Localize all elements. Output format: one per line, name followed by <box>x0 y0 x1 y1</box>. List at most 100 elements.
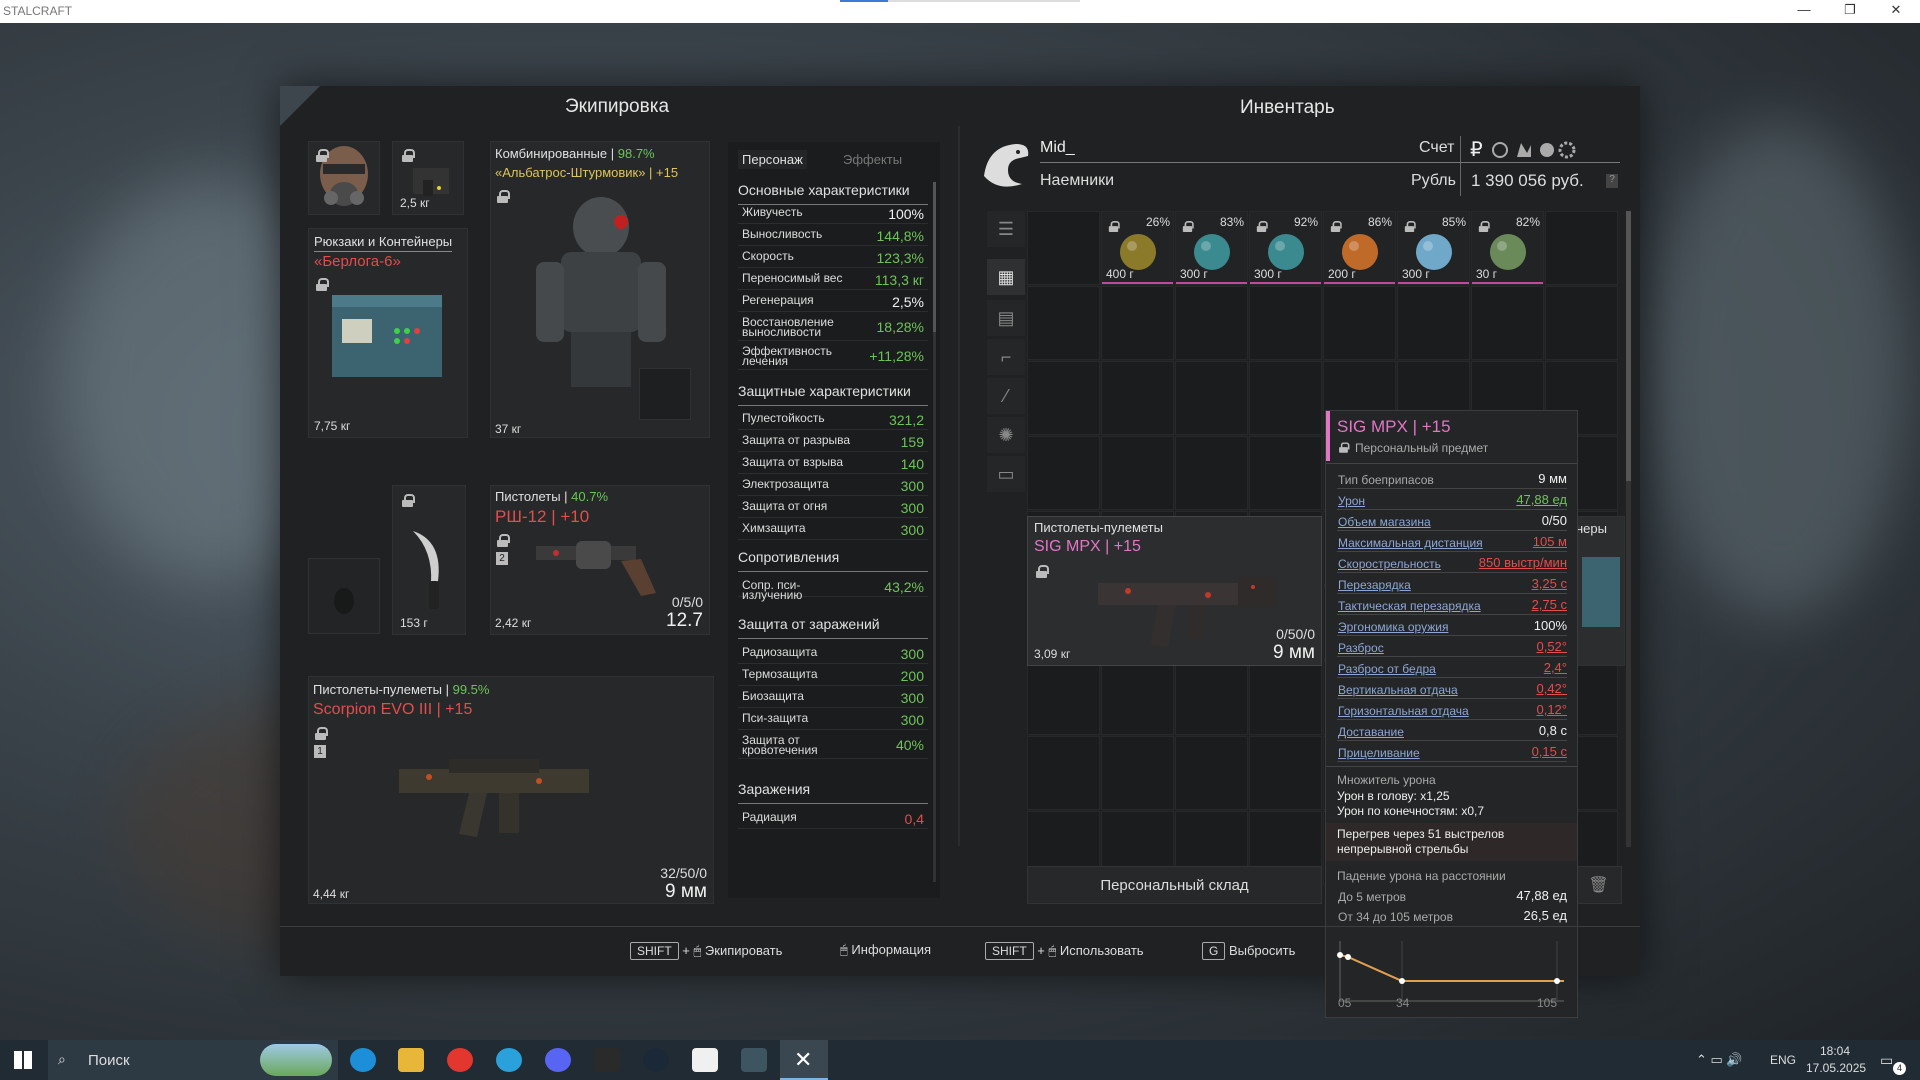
inventory-scroll-thumb[interactable] <box>1626 211 1631 481</box>
inventory-cell[interactable] <box>1027 436 1100 510</box>
stat-row: Переносимый вес 113,3 кг <box>738 268 928 290</box>
falloff-row: От 34 до 105 метров 26,5 ед <box>1338 908 1567 924</box>
inventory-cell[interactable] <box>1249 661 1322 735</box>
clock-date[interactable]: 17.05.2025 <box>1806 1061 1866 1075</box>
inventory-cell[interactable] <box>1249 736 1322 810</box>
game-launcher-icon[interactable] <box>594 1048 620 1072</box>
mask-slot[interactable] <box>308 141 380 215</box>
inventory-cell[interactable] <box>1249 436 1322 510</box>
inventory-cell[interactable] <box>1027 661 1100 735</box>
stat-value: 300 <box>900 646 924 662</box>
hint-drop[interactable]: G Выбросить <box>1202 942 1295 960</box>
hint-equip[interactable]: SHIFT + 🖱 Экипировать <box>630 942 782 960</box>
telegram-icon[interactable] <box>496 1048 522 1072</box>
tray-icons[interactable]: ⌃ ▭ 🔊 <box>1696 1052 1743 1068</box>
knife-slot[interactable]: 153 г <box>392 485 466 635</box>
stat-label: Выносливость <box>742 227 823 241</box>
help-icon[interactable]: ? <box>1606 174 1618 188</box>
divider <box>1460 136 1461 196</box>
steam-icon[interactable] <box>643 1048 669 1072</box>
tooltip-stat-label: Перезарядка <box>1338 578 1411 592</box>
inventory-cell[interactable] <box>1175 436 1248 510</box>
inventory-cell[interactable] <box>1249 361 1322 435</box>
inventory-cell[interactable] <box>1545 211 1618 285</box>
inventory-cell[interactable] <box>1545 286 1618 360</box>
armor-container-slot[interactable] <box>639 368 691 420</box>
artifact-item[interactable]: 86% 200 г <box>1323 211 1396 285</box>
item-name: SIG MPX | +15 <box>1034 538 1141 555</box>
sort-list-icon[interactable]: ☰ <box>987 211 1025 247</box>
inventory-cell[interactable] <box>1101 661 1174 735</box>
inventory-cell[interactable] <box>1249 286 1322 360</box>
notepad-icon[interactable] <box>692 1048 718 1072</box>
hint-use[interactable]: SHIFT + 🖱 Использовать <box>985 942 1144 960</box>
device-slot[interactable]: 2,5 кг <box>392 141 464 215</box>
stat-row: Биозащита 300 <box>738 686 928 708</box>
artifact-item[interactable]: 26% 400 г <box>1101 211 1174 285</box>
artifact-item[interactable]: 92% 300 г <box>1249 211 1322 285</box>
search-icon: ⌕ <box>58 1051 66 1067</box>
tooltip-stat-value: 105 м <box>1532 534 1567 549</box>
smg-slot[interactable]: Пистолеты-пулеметы | 99.5% Scorpion EVO … <box>308 676 714 904</box>
file-explorer-icon[interactable] <box>398 1048 424 1072</box>
pistol-condition: 40.7% <box>571 489 609 504</box>
damage-multiplier-title: Множитель урона <box>1337 773 1436 787</box>
sig-mpx-item[interactable]: Пистолеты-пулеметы SIG MPX | +15 0/50/0 … <box>1027 516 1322 666</box>
trash-icon[interactable]: 🗑 <box>1575 866 1622 904</box>
inventory-cell[interactable] <box>1027 361 1100 435</box>
inventory-cell[interactable] <box>1101 286 1174 360</box>
inventory-cell[interactable] <box>1175 286 1248 360</box>
inventory-cell[interactable] <box>1397 286 1470 360</box>
artifact-item[interactable]: 83% 300 г <box>1175 211 1248 285</box>
container-item[interactable]: неры <box>1575 516 1625 666</box>
window-titlebar: STALCRAFT — ❐ ✕ <box>0 0 1920 23</box>
hint-info[interactable]: 🖱 Информация <box>840 942 931 958</box>
stats-scroll-thumb[interactable] <box>933 182 936 332</box>
discord-icon[interactable] <box>545 1048 571 1072</box>
inventory-cell[interactable] <box>1027 736 1100 810</box>
personal-storage-button[interactable]: Персональный склад <box>1027 866 1322 904</box>
clock-time[interactable]: 18:04 <box>1820 1044 1850 1058</box>
ammo-filter-icon[interactable]: ⁄ <box>987 378 1025 414</box>
inventory-cell[interactable] <box>1323 286 1396 360</box>
inventory-cell[interactable] <box>1175 361 1248 435</box>
tooltip-stat-value: 100% <box>1533 618 1567 633</box>
weapon-filter-icon[interactable]: ⌐ <box>987 339 1025 375</box>
inventory-cell[interactable] <box>1101 436 1174 510</box>
search-box[interactable]: ⌕ Поиск <box>48 1040 338 1080</box>
inventory-cell[interactable] <box>1027 286 1100 360</box>
yandex-browser-icon[interactable] <box>447 1048 473 1072</box>
tab-character[interactable]: Персонаж <box>738 150 807 169</box>
stalcraft-taskbar-button[interactable]: ✕ <box>780 1040 828 1080</box>
pistol-slot[interactable]: Пистолеты | 40.7% РШ-12 | +10 2 0/5/0 12… <box>490 485 710 635</box>
armor-slot[interactable]: Комбинированные | 98.7% «Альбатрос-Штурм… <box>490 141 710 438</box>
inventory-cell[interactable] <box>1175 661 1248 735</box>
stat-value: 40% <box>895 737 924 753</box>
windows-start-icon[interactable] <box>14 1051 32 1069</box>
armor-filter-icon[interactable]: ▤ <box>987 300 1025 336</box>
artifact-item[interactable]: 82% 30 г <box>1471 211 1544 285</box>
tab-effects[interactable]: Эффекты <box>843 152 902 167</box>
artifact-weight: 300 г <box>1402 267 1430 281</box>
network-tool-icon[interactable] <box>741 1048 767 1072</box>
inventory-cell[interactable] <box>1027 211 1100 285</box>
close-button[interactable]: ✕ <box>1876 2 1916 18</box>
backpack-slot[interactable]: Рюкзаки и Контейнеры «Берлога-6» 7,75 кг <box>308 228 468 438</box>
edge-browser-icon[interactable] <box>350 1048 376 1072</box>
container-filter-icon[interactable]: ▭ <box>987 456 1025 492</box>
artifact-item[interactable]: 85% 300 г <box>1397 211 1470 285</box>
empty-slot[interactable] <box>308 558 380 634</box>
inventory-cell[interactable] <box>1175 736 1248 810</box>
stat-label: Радиация <box>742 810 797 824</box>
grid-view-icon[interactable]: ▦ <box>987 259 1025 295</box>
inventory-cell[interactable] <box>1101 736 1174 810</box>
language-indicator[interactable]: ENG <box>1770 1053 1796 1067</box>
ruble-currency-button[interactable]: ₽ <box>1470 137 1483 162</box>
artifact-filter-icon[interactable]: ✺ <box>987 417 1025 453</box>
inventory-cell[interactable] <box>1101 361 1174 435</box>
minimize-button[interactable]: — <box>1784 2 1824 17</box>
restore-button[interactable]: ❐ <box>1830 2 1870 18</box>
artifact-weight: 200 г <box>1328 267 1356 281</box>
inventory-cell[interactable] <box>1471 286 1544 360</box>
notification-icon[interactable]: ▭ <box>1880 1052 1893 1069</box>
